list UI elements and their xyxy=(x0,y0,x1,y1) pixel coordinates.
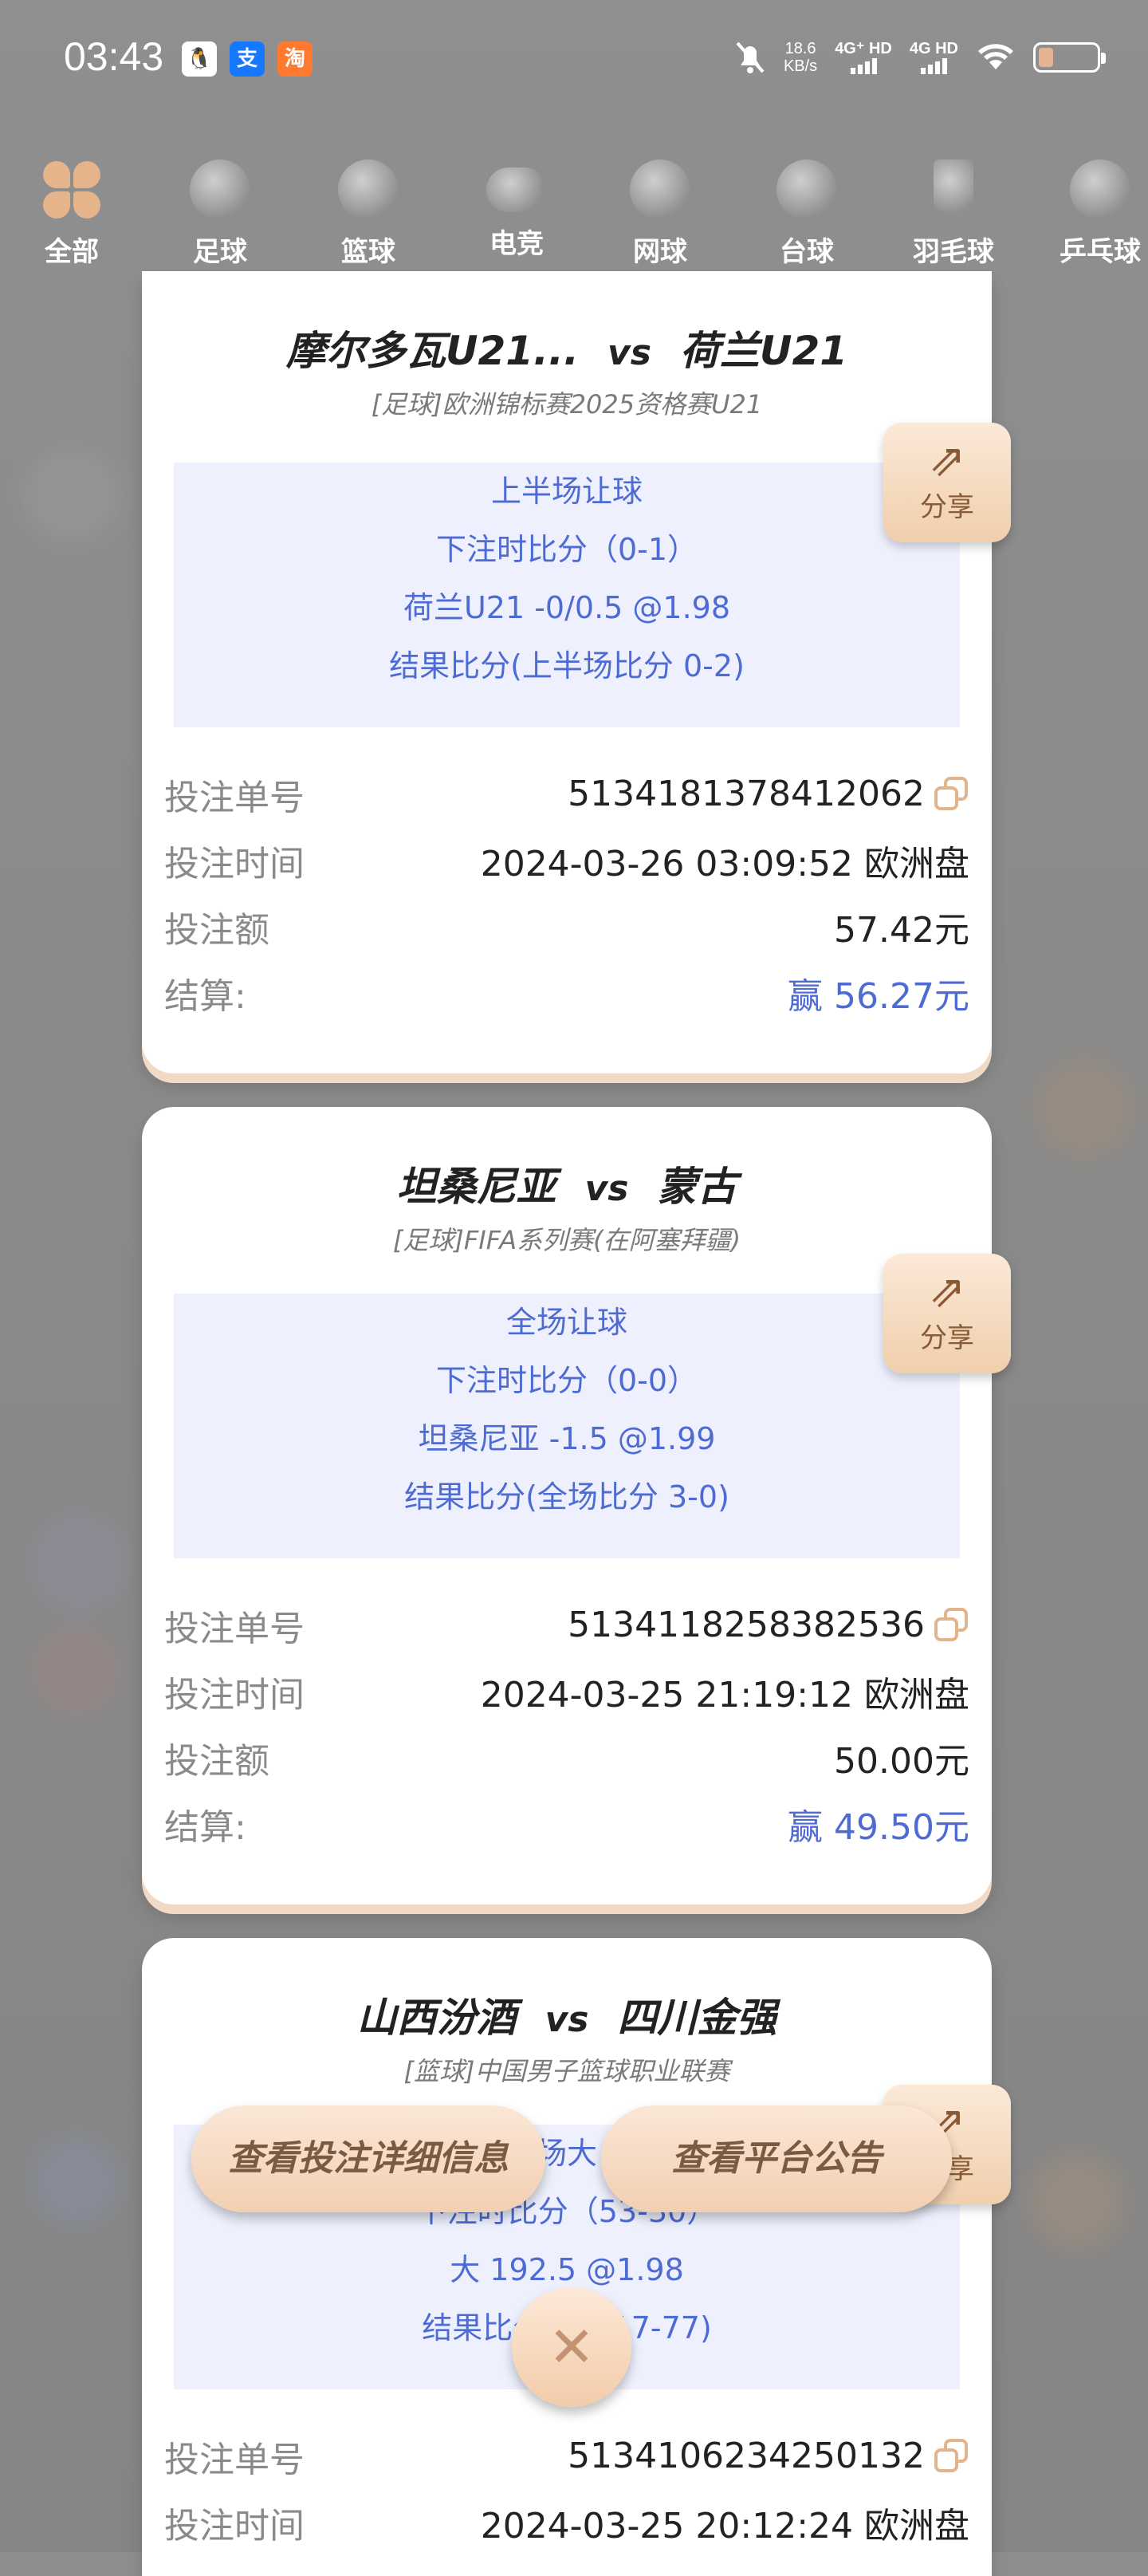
match-title: 山西汾酒 vs 四川金强 xyxy=(356,1995,777,2041)
bet-detail-box: 全场让球 下注时比分（0-0） 坦桑尼亚 -1.5 @1.99 结果比分(全场比… xyxy=(174,1294,960,1558)
view-bet-details-button[interactable]: 查看投注详细信息 xyxy=(191,2105,545,2212)
battery-icon xyxy=(1033,42,1106,73)
basketball-icon xyxy=(338,160,399,220)
tab-billiards[interactable]: 台球 xyxy=(751,160,863,269)
tab-pingpong[interactable]: 乒乓球 xyxy=(1044,160,1148,269)
status-bar: 03:43 🐧 支 淘 18.6 KB/s 4G⁺ HD 4G HD xyxy=(0,0,1148,120)
tab-all[interactable]: 全部 xyxy=(16,160,128,269)
order-no-row: 投注单号 5134106234250132 xyxy=(164,2423,969,2489)
bet-card: 摩尔多瓦U21... vs 荷兰U21 [足球]欧洲锦标赛2025资格赛U21 上半… xyxy=(142,271,992,1073)
qq-icon: 🐧 xyxy=(182,41,217,77)
bet-time-row: 投注时间 2024-03-26 03:09:52 欧洲盘 xyxy=(164,843,969,884)
copy-icon[interactable] xyxy=(934,776,969,812)
league-name: [篮球]中国男子篮球职业联赛 xyxy=(403,2056,730,2086)
close-icon[interactable]: ✕ xyxy=(512,2287,631,2407)
share-button[interactable]: ⇗分享 xyxy=(883,1254,1011,1373)
clock: 03:43 xyxy=(64,34,164,79)
amount-row: 投注额 50.00元 xyxy=(164,1740,969,1782)
sim2-signal: 4G HD xyxy=(910,41,958,74)
tab-basketball[interactable]: 篮球 xyxy=(313,160,424,269)
mute-bell-icon xyxy=(736,41,765,73)
order-no-row: 投注单号 5134118258382536 xyxy=(164,1592,969,1658)
bet-card: 山西汾酒 vs 四川金强 [篮球]中国男子篮球职业联赛 场大 下注时比分（53-30… xyxy=(142,1938,992,2576)
view-notice-button[interactable]: 查看平台公告 xyxy=(601,2105,952,2212)
copy-icon[interactable] xyxy=(934,1607,969,1643)
football-icon xyxy=(190,160,250,220)
sim1-signal: 4G⁺ HD xyxy=(835,41,892,74)
match-title: 坦桑尼亚 vs 蒙古 xyxy=(396,1164,737,1210)
clover-icon xyxy=(41,160,102,220)
alipay-icon: 支 xyxy=(230,41,265,77)
league-name: [足球]欧洲锦标赛2025资格赛U21 xyxy=(371,389,763,419)
tab-football[interactable]: 足球 xyxy=(164,160,276,269)
bet-detail-box: 上半场让球 下注时比分（0-1） 荷兰U21 -0/0.5 @1.98 结果比分… xyxy=(174,463,960,727)
tab-esports[interactable]: 电竞 xyxy=(461,160,572,261)
copy-icon[interactable] xyxy=(934,2438,969,2474)
settle-row: 结算: 赢 49.50元 xyxy=(164,1806,969,1848)
bet-time-row: 投注时间 2024-03-25 21:19:12 欧洲盘 xyxy=(164,1674,969,1715)
match-title: 摩尔多瓦U21... vs 荷兰U21 xyxy=(285,328,848,374)
tennis-icon xyxy=(630,160,690,220)
wifi-icon xyxy=(978,44,1013,69)
league-name: [足球]FIFA系列赛(在阿塞拜疆) xyxy=(392,1225,741,1255)
amount-row: 投注额 57.42元 xyxy=(164,909,969,951)
share-button[interactable]: ⇗分享 xyxy=(883,423,1011,542)
badminton-icon xyxy=(934,160,973,220)
home-indicator[interactable] xyxy=(343,2539,805,2547)
tab-badminton[interactable]: 羽毛球 xyxy=(898,160,1009,269)
net-speed: 18.6 KB/s xyxy=(783,40,818,75)
category-nav: 全部 足球 篮球 电竞 网球 台球 羽毛球 乒乓球 xyxy=(0,160,1148,287)
taobao-icon: 淘 xyxy=(277,41,313,77)
order-no-row: 投注单号 5134181378412062 xyxy=(164,761,969,827)
tab-tennis[interactable]: 网球 xyxy=(604,160,716,269)
settle-row: 结算: 赢 56.27元 xyxy=(164,975,969,1017)
share-icon: ⇗ xyxy=(928,1266,966,1318)
gamepad-icon xyxy=(486,167,547,212)
share-icon: ⇗ xyxy=(928,435,966,486)
billiards-icon xyxy=(776,160,837,220)
bet-card: 坦桑尼亚 vs 蒙古 [足球]FIFA系列赛(在阿塞拜疆) 全场让球 下注时比分（0… xyxy=(142,1107,992,1904)
pingpong-icon xyxy=(1070,160,1130,220)
